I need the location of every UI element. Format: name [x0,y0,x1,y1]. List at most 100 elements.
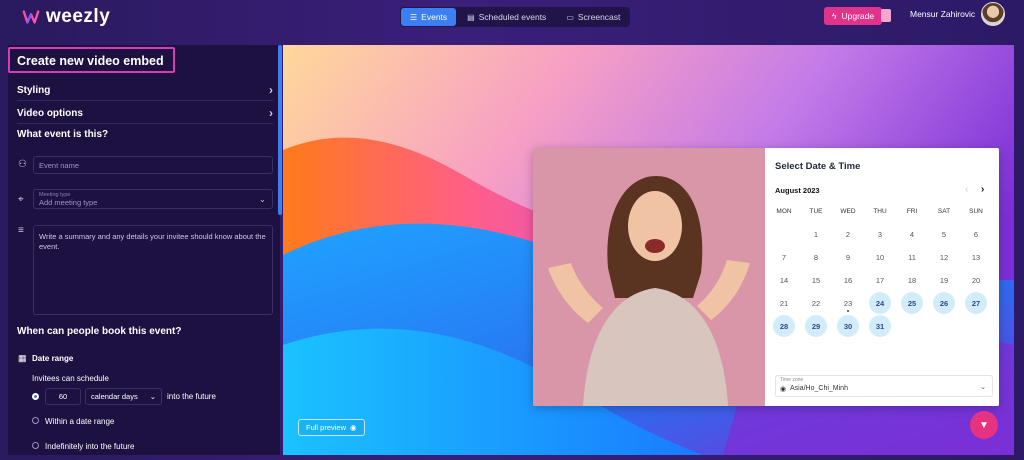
calendar-day: 8 [813,252,819,262]
calendar-day[interactable]: 30 [837,315,859,337]
app-logo[interactable]: weezly [22,6,110,28]
chevron-left-icon[interactable]: ‹ [965,184,968,195]
chevron-down-icon: ⌄ [259,195,266,204]
weekday-fri: FRI [906,208,918,215]
calendar-day: 12 [939,252,949,262]
radio-calendar-days[interactable] [32,393,39,400]
tab-scheduled-events-label: Scheduled events [478,12,547,22]
avatar [981,2,1006,26]
eye-icon: ◉ [350,423,357,432]
tab-scheduled-events[interactable]: ▤ Scheduled events [458,8,555,26]
full-preview-button[interactable]: Full preview ◉ [298,419,365,436]
chevron-down-icon: ▼ [979,419,989,431]
user-menu[interactable]: Mensur Zahirovic [910,2,1006,26]
calendar-day[interactable]: 29 [805,315,827,337]
styling-label: Styling [17,84,51,96]
description-textarea[interactable]: Write a summary and any details your inv… [33,225,273,315]
tab-screencast[interactable]: ▭ Screencast [557,8,629,26]
radio-indefinitely[interactable] [32,442,39,449]
calendar-day[interactable]: 28 [773,315,795,337]
globe-icon: ◉ [780,386,787,393]
days-input[interactable]: 60 [45,388,81,405]
calendar-title: Select Date & Time [775,161,861,172]
calendar-day: 7 [781,252,787,262]
chevron-down-icon: ⌄ [980,384,986,391]
embed-settings-panel: Create new video embed Styling › Video o… [8,45,280,455]
styling-section-toggle[interactable]: Styling › [17,83,273,97]
user-name: Mensur Zahirovic [910,9,976,19]
calendar-day: 14 [779,275,789,285]
calendar-icon: ▦ [18,353,27,363]
weekday-wed: WED [840,208,856,215]
calendar-day: 10 [875,252,885,262]
video-options-section-toggle[interactable]: Video options › [17,106,273,120]
calendar-day: 2 [845,229,851,239]
chevron-right-icon[interactable]: › [981,184,984,195]
chevron-right-icon: › [269,106,273,120]
timezone-value: Asia/Ho_Chi_Minh [790,385,848,392]
presenter-video[interactable] [533,148,765,406]
calendar-day: 18 [907,275,917,285]
scroll-down-button[interactable]: ▼ [970,411,998,439]
tab-screencast-label: Screencast [577,12,621,22]
event-name-input[interactable]: Event name [33,156,273,174]
upgrade-badge-icon [881,9,891,22]
chevron-down-icon: ⌄ [149,392,156,401]
calendar-day: 4 [909,229,915,239]
calendar-day: 19 [939,275,949,285]
event-name-placeholder: Event name [39,160,80,170]
calendar-panel: Select Date & Time August 2023 ‹ › MON TU… [765,148,999,406]
calendar-icon: ▤ [467,12,475,22]
upgrade-button[interactable]: ϟ Upgrade [824,7,883,25]
calendar-day[interactable]: 24 [869,292,891,314]
tab-events-label: Events [421,12,448,22]
panel-scrollbar[interactable] [278,45,282,215]
days-unit-select[interactable]: calendar days ⌄ [85,388,162,405]
chevron-right-icon: › [269,83,273,97]
meeting-type-select[interactable]: Meeting type Add meeting type [33,189,273,209]
calendar-day: 16 [843,275,853,285]
weezly-logo-icon [22,10,40,24]
days-value: 60 [58,392,68,401]
upgrade-label: Upgrade [841,11,875,21]
calendar-day: 22 [811,298,821,308]
top-bar: weezly ☰ Events ▤ Scheduled events ▭ Scr… [0,0,1024,34]
timezone-select[interactable]: Time zone ◉ Asia/Ho_Chi_Minh ⌄ [775,375,993,397]
weekday-tue: TUE [809,208,823,215]
calendar-day: 13 [971,252,981,262]
presenter-image [533,148,765,406]
indefinitely-label: Indefinitely into the future [45,442,135,451]
meeting-type-placeholder: Add meeting type [39,197,98,207]
what-event-heading: What event is this? [17,129,109,140]
radio-within-date-range[interactable] [32,417,39,424]
weekday-thu: THU [873,208,887,215]
video-options-label: Video options [17,107,83,119]
calendar-day: 3 [877,229,883,239]
description-placeholder: Write a summary and any details your inv… [39,232,266,251]
invitees-label: Invitees can schedule [32,374,109,383]
calendar-day[interactable]: 31 [869,315,891,337]
when-book-heading: When can people book this event? [17,326,182,337]
calendar-day: 5 [941,229,947,239]
list-icon: ☰ [410,12,418,22]
calendar-day: 15 [811,275,821,285]
calendar-day[interactable]: 25 [901,292,923,314]
embed-preview: Select Date & Time August 2023 ‹ › MON TU… [283,45,1014,455]
days-unit-value: calendar days [91,392,138,401]
full-preview-label: Full preview [306,423,347,432]
video-icon: ▭ [566,12,574,22]
calendar-day: 11 [908,252,916,262]
divider [17,123,273,124]
calendar-day[interactable]: 27 [965,292,987,314]
app-name: weezly [46,6,111,27]
weekday-mon: MON [776,208,792,215]
calendar-day: 1 [813,229,819,239]
booking-widget: Select Date & Time August 2023 ‹ › MON TU… [533,148,999,406]
person-icon: ⚇ [18,159,27,170]
divider [17,100,273,101]
tab-events[interactable]: ☰ Events [401,8,457,26]
calendar-day[interactable]: 26 [933,292,955,314]
calendar-month: August 2023 [775,186,820,195]
weekday-sun: SUN [969,208,983,215]
description-icon: ≡ [18,225,24,236]
